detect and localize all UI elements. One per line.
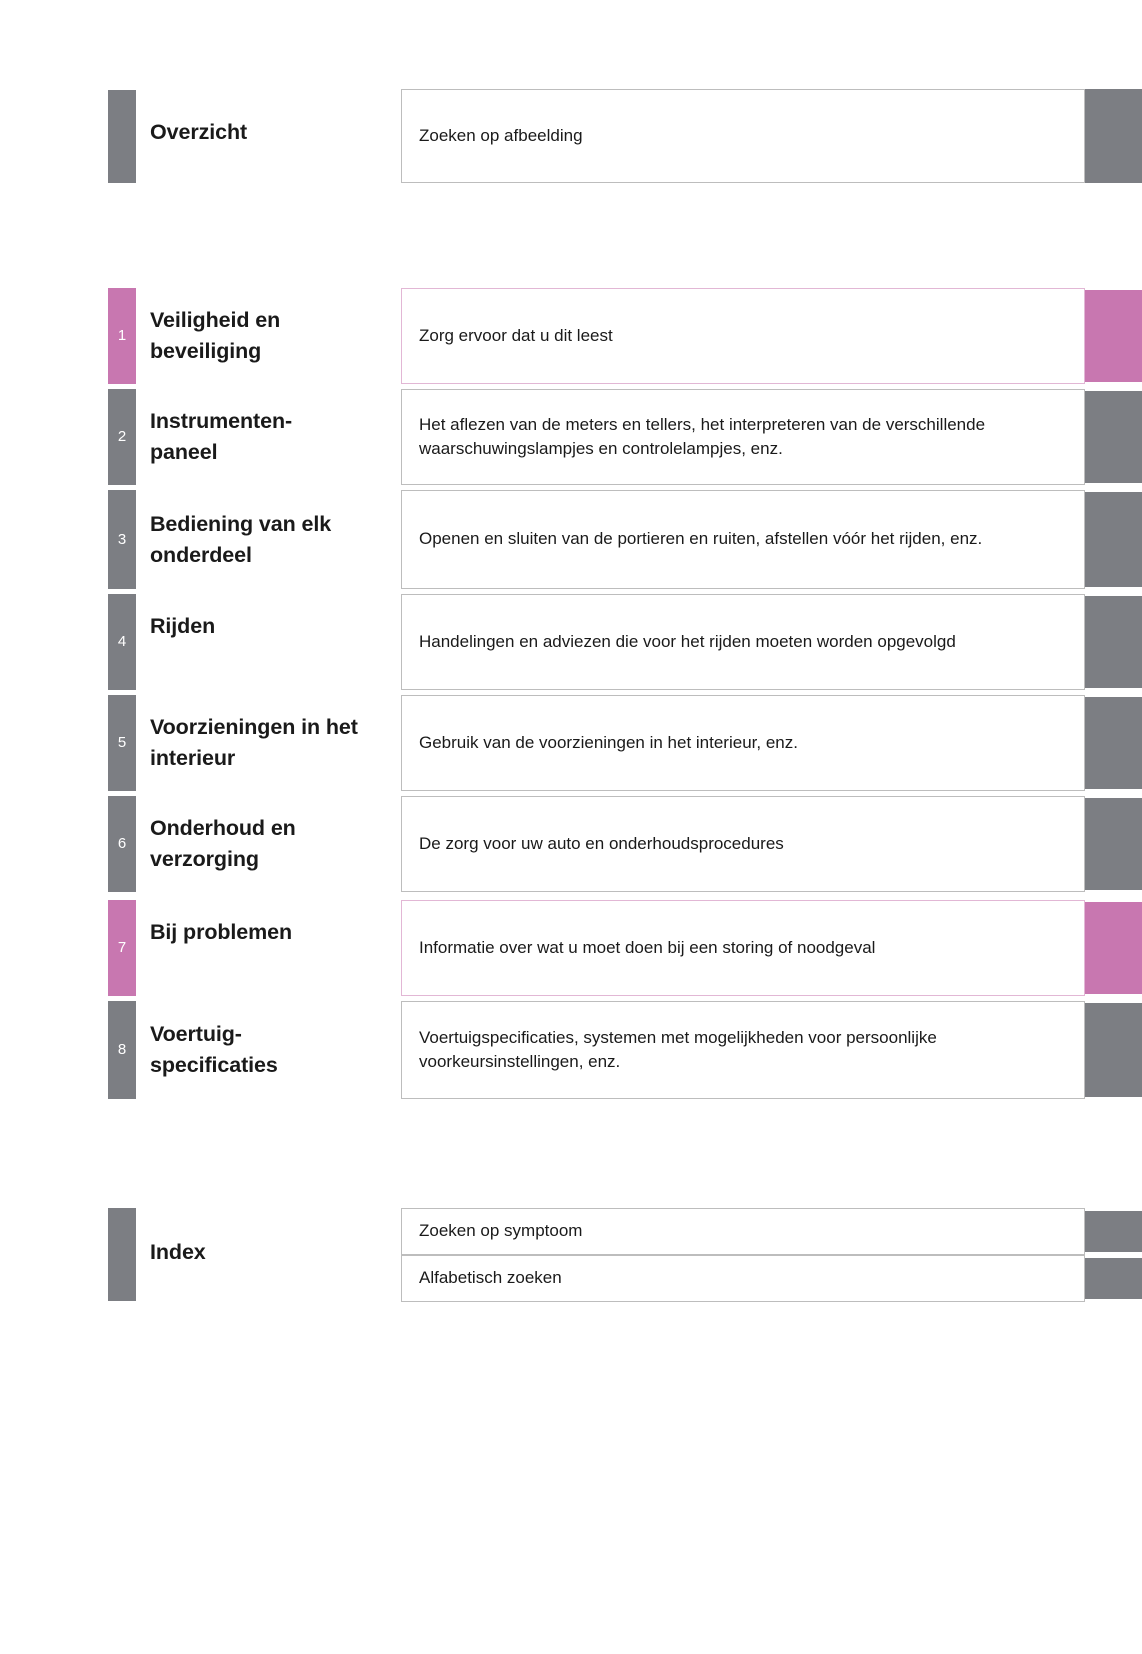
chapter-description-text: De zorg voor uw auto en onderhoudsproced… <box>419 833 784 853</box>
chapter-description-text: Het aflezen van de meters en tellers, he… <box>419 414 986 458</box>
index-edge-marker-symptom <box>1085 1211 1142 1252</box>
chapter-edge-marker-1 <box>1085 290 1142 382</box>
chapter-tab-6[interactable]: 6 <box>108 796 136 892</box>
chapter-description-text: Handelingen en adviezen die voor het rij… <box>419 631 956 651</box>
chapter-number: 1 <box>117 327 127 344</box>
chapter-description-box[interactable]: Zorg ervoor dat u dit leest <box>401 288 1085 384</box>
index-entry-box-alphabetical[interactable]: Alfabetisch zoeken <box>401 1255 1085 1302</box>
chapter-number: 6 <box>117 835 127 852</box>
overview-description-text: Zoeken op afbeelding <box>419 125 583 145</box>
chapter-edge-marker-6 <box>1085 798 1142 890</box>
chapter-description-text: Zorg ervoor dat u dit leest <box>419 325 613 345</box>
chapter-title[interactable]: Voorzieningen in het interieur <box>150 712 395 774</box>
chapter-title[interactable]: Instrumenten-paneel <box>150 406 395 468</box>
chapter-description-box[interactable]: Voertuigspecificaties, systemen met moge… <box>401 1001 1085 1099</box>
chapter-description-text: Gebruik van de voorzieningen in het inte… <box>419 732 798 752</box>
chapter-description-box[interactable]: Het aflezen van de meters en tellers, he… <box>401 389 1085 485</box>
chapter-tab-3[interactable]: 3 <box>108 490 136 589</box>
chapter-edge-marker-2 <box>1085 391 1142 483</box>
chapter-title[interactable]: Voertuig-specificaties <box>150 1019 395 1081</box>
chapter-edge-marker-7 <box>1085 902 1142 994</box>
overview-description-box[interactable]: Zoeken op afbeelding <box>401 89 1085 183</box>
chapter-tab-4[interactable]: 4 <box>108 594 136 690</box>
chapter-tab-7[interactable]: 7 <box>108 900 136 996</box>
index-entry-label-alphabetical: Alfabetisch zoeken <box>419 1268 562 1288</box>
chapter-title[interactable]: Rijden <box>150 611 395 642</box>
chapter-edge-marker-5 <box>1085 697 1142 789</box>
index-entry-box-symptom[interactable]: Zoeken op symptoom <box>401 1208 1085 1255</box>
chapter-number: 2 <box>117 428 127 445</box>
chapter-description-box[interactable]: Handelingen en adviezen die voor het rij… <box>401 594 1085 690</box>
overview-tab-marker <box>108 90 136 183</box>
chapter-title[interactable]: Bediening van elk onderdeel <box>150 509 395 571</box>
index-title[interactable]: Index <box>150 1237 395 1268</box>
chapter-tab-8[interactable]: 8 <box>108 1001 136 1099</box>
chapter-tab-2[interactable]: 2 <box>108 389 136 485</box>
chapter-description-box[interactable]: De zorg voor uw auto en onderhoudsproced… <box>401 796 1085 892</box>
chapter-title[interactable]: Veiligheid en beveiliging <box>150 305 395 367</box>
overview-title[interactable]: Overzicht <box>150 117 395 148</box>
chapter-number: 4 <box>117 633 127 650</box>
index-edge-marker-alphabetical <box>1085 1258 1142 1299</box>
chapter-number: 7 <box>117 939 127 956</box>
index-tab-marker <box>108 1208 136 1301</box>
chapter-description-text: Openen en sluiten van de portieren en ru… <box>419 529 983 549</box>
chapter-tab-5[interactable]: 5 <box>108 695 136 791</box>
chapter-number: 5 <box>117 734 127 751</box>
chapter-tab-1[interactable]: 1 <box>108 288 136 384</box>
chapter-title[interactable]: Onderhoud en verzorging <box>150 813 395 875</box>
manual-table-of-contents-page: Overzicht Zoeken op afbeelding 1 Veilighe… <box>0 0 1142 1654</box>
overview-edge-marker <box>1085 89 1142 183</box>
chapter-number: 3 <box>117 530 127 548</box>
chapter-edge-marker-3 <box>1085 492 1142 587</box>
chapter-description-text: Informatie over wat u moet doen bij een … <box>419 937 876 957</box>
chapter-description-box[interactable]: Informatie over wat u moet doen bij een … <box>401 900 1085 996</box>
chapter-edge-marker-8 <box>1085 1003 1142 1097</box>
chapter-edge-marker-4 <box>1085 596 1142 688</box>
chapter-number: 8 <box>117 1041 127 1058</box>
chapter-title[interactable]: Bij problemen <box>150 917 395 948</box>
chapter-description-text: Voertuigspecificaties, systemen met moge… <box>419 1027 937 1071</box>
index-entry-label-symptom: Zoeken op symptoom <box>419 1221 583 1241</box>
chapter-description-box[interactable]: Openen en sluiten van de portieren en ru… <box>401 490 1085 589</box>
chapter-description-box[interactable]: Gebruik van de voorzieningen in het inte… <box>401 695 1085 791</box>
